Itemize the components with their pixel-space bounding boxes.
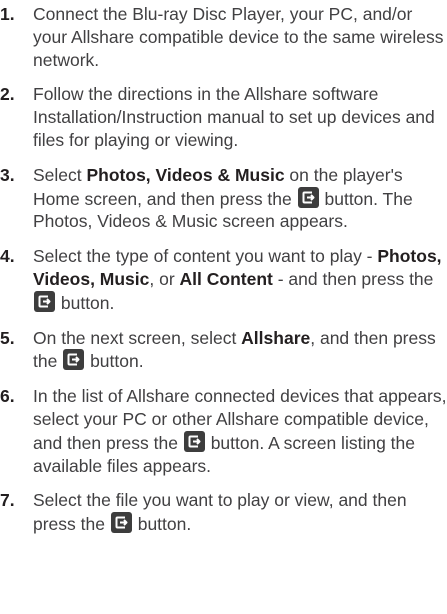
text-run: Select the type of content you want to p… xyxy=(33,246,378,267)
text-run: button. xyxy=(132,514,192,535)
text-run: , or xyxy=(149,268,180,289)
step-text: On the next screen, select Allshare, and… xyxy=(33,328,436,372)
step-number: 3. xyxy=(0,164,15,185)
text-run: button. xyxy=(56,292,115,313)
text-run: Select the file you want to play or view… xyxy=(33,490,407,535)
text-run: - and then press the xyxy=(272,268,434,289)
text-run: Follow the directions in the Allshare so… xyxy=(33,84,435,150)
text-run: Connect the Blu-ray Disc Player, your PC… xyxy=(33,4,444,70)
enter-icon xyxy=(63,349,85,371)
instruction-step: 6. In the list of Allshare connected devi… xyxy=(0,385,447,477)
step-number: 5. xyxy=(0,327,15,348)
text-run: button. xyxy=(85,351,144,372)
step-text: Select the type of content you want to p… xyxy=(33,246,442,313)
step-text: In the list of Allshare connected device… xyxy=(33,386,446,475)
instruction-step: 1. Connect the Blu-ray Disc Player, your … xyxy=(0,3,447,71)
instruction-steps: 1. Connect the Blu-ray Disc Player, your … xyxy=(0,0,447,536)
step-text: Select the file you want to play or view… xyxy=(33,490,407,534)
step-text: Select Photos, Videos & Music on the pla… xyxy=(33,165,413,232)
enter-icon xyxy=(297,186,319,208)
step-number: 7. xyxy=(0,490,15,511)
step-number: 6. xyxy=(0,386,15,407)
step-number: 1. xyxy=(0,4,15,24)
instruction-step: 7. Select the file you want to play or vi… xyxy=(0,489,447,536)
bold-term: Allshare xyxy=(241,327,311,348)
enter-icon xyxy=(34,290,55,312)
step-text: Follow the directions in the Allshare so… xyxy=(33,84,435,150)
enter-icon xyxy=(110,512,132,534)
instruction-step: 2. Follow the directions in the Allshare … xyxy=(0,83,447,151)
bold-term: All Content xyxy=(179,268,273,289)
instruction-step: 3. Select Photos, Videos & Music on the p… xyxy=(0,164,447,233)
bold-term: Photos, Videos & Music xyxy=(86,164,285,185)
step-text: Connect the Blu-ray Disc Player, your PC… xyxy=(33,4,443,70)
enter-icon xyxy=(183,430,205,452)
text-run: On the next screen, select xyxy=(33,327,242,348)
instruction-step: 4. Select the type of content you want to… xyxy=(0,245,447,314)
step-number: 4. xyxy=(0,246,15,267)
instruction-step: 5. On the next screen, select Allshare, a… xyxy=(0,327,447,374)
text-run: Select xyxy=(33,164,87,185)
step-number: 2. xyxy=(0,84,15,105)
